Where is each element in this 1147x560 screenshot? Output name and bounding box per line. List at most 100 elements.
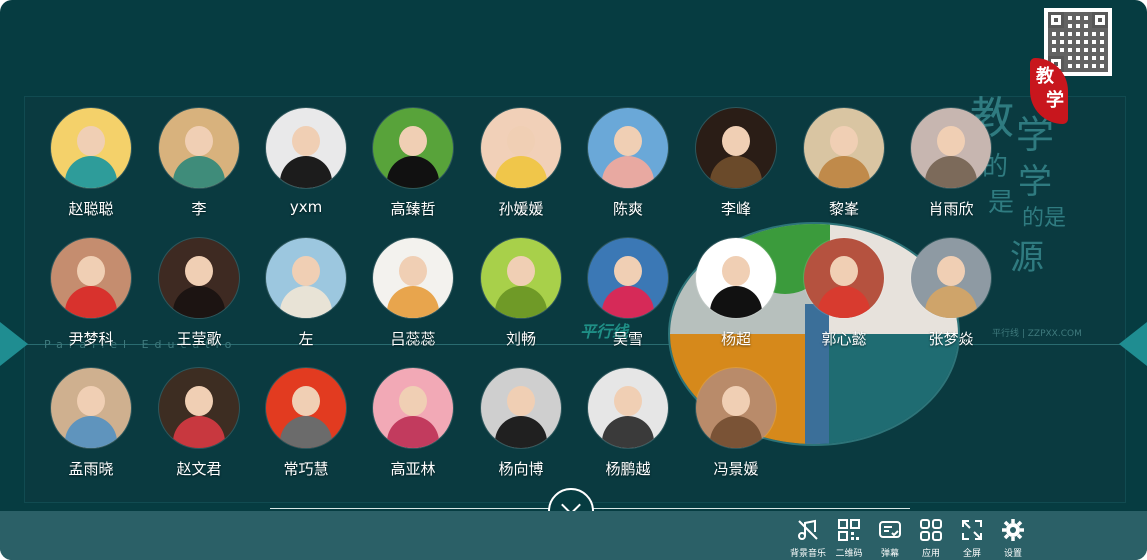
student-name: 杨向博	[498, 460, 544, 478]
avatar-face	[614, 256, 642, 286]
student-tile[interactable]: 吕蕊蕊	[363, 238, 463, 362]
avatar-face	[399, 126, 427, 156]
background-site-text: 平行线 | ZZPXX.COM	[992, 329, 1082, 339]
avatar-face	[722, 256, 750, 286]
student-avatar	[481, 108, 561, 188]
student-tile[interactable]: 高臻哲	[363, 108, 463, 232]
student-name: 常巧慧	[283, 460, 329, 478]
student-name: 赵文君	[176, 460, 222, 478]
student-name: 陈爽	[612, 200, 643, 218]
settings-button[interactable]: 设置	[991, 518, 1035, 560]
student-avatar	[696, 108, 776, 188]
gear-icon	[1002, 519, 1024, 541]
student-avatar	[804, 238, 884, 318]
student-tile[interactable]: 冯景媛	[686, 368, 786, 492]
callig-char: 源	[1010, 238, 1044, 278]
student-tile[interactable]: 孟雨晓	[41, 368, 141, 492]
avatar-figure	[280, 416, 332, 448]
student-tile[interactable]: 左	[256, 238, 356, 362]
student-tile[interactable]: 常巧慧	[256, 368, 356, 492]
student-tile[interactable]: 孙媛媛	[471, 108, 571, 232]
student-tile[interactable]: 陈爽	[578, 108, 678, 232]
student-name: 赵聪聪	[68, 200, 114, 218]
avatar-figure	[602, 416, 654, 448]
student-tile[interactable]: 赵聪聪	[41, 108, 141, 232]
student-avatar	[588, 108, 668, 188]
student-name: 吕蕊蕊	[390, 330, 436, 348]
avatar-face	[937, 256, 965, 286]
student-tile[interactable]: 李峰	[686, 108, 786, 232]
avatar-face	[185, 256, 213, 286]
student-tile[interactable]: 肖雨欣	[901, 108, 1001, 232]
student-name: 李峰	[720, 200, 751, 218]
settings-button-label: 设置	[1003, 549, 1022, 559]
student-avatar	[51, 368, 131, 448]
avatar-figure	[710, 286, 762, 318]
avatar-face	[937, 126, 965, 156]
student-tile[interactable]: 杨向博	[471, 368, 571, 492]
student-avatar	[266, 238, 346, 318]
avatar-face	[722, 126, 750, 156]
avatar-figure	[602, 156, 654, 188]
avatar-face	[77, 256, 105, 286]
student-avatar	[911, 108, 991, 188]
prev-page-arrow[interactable]	[0, 322, 28, 366]
student-tile[interactable]: 刘畅	[471, 238, 571, 362]
avatar-figure	[925, 156, 977, 188]
avatar-face	[399, 386, 427, 416]
student-avatar	[911, 238, 991, 318]
student-tile[interactable]: 赵文君	[149, 368, 249, 492]
student-tile[interactable]: 杨超	[686, 238, 786, 362]
avatar-face	[185, 386, 213, 416]
avatar-figure	[818, 286, 870, 318]
student-avatar	[373, 108, 453, 188]
student-tile[interactable]: 黎峯	[794, 108, 894, 232]
student-name: 吴雪	[612, 330, 643, 348]
student-name: 张梦焱	[928, 330, 974, 348]
next-page-arrow[interactable]	[1119, 322, 1147, 366]
avatar-figure	[173, 416, 225, 448]
student-tile[interactable]: 张梦焱	[901, 238, 1001, 362]
avatar-figure	[65, 156, 117, 188]
student-name: 高亚林	[390, 460, 436, 478]
avatar-figure	[602, 286, 654, 318]
avatar-face	[614, 386, 642, 416]
student-name: 黎峯	[828, 200, 859, 218]
avatar-figure	[818, 156, 870, 188]
student-tile[interactable]: 李	[149, 108, 249, 232]
student-tile[interactable]: 杨鹏越	[578, 368, 678, 492]
qr-code-icon	[838, 519, 860, 541]
student-tile[interactable]: 郭心懿	[794, 238, 894, 362]
avatar-figure	[280, 156, 332, 188]
student-avatar	[266, 368, 346, 448]
avatar-figure	[387, 286, 439, 318]
student-name: 孙媛媛	[498, 200, 544, 218]
student-tile[interactable]: yxm	[256, 108, 356, 232]
student-avatar	[373, 238, 453, 318]
avatar-figure	[280, 286, 332, 318]
student-name: 高臻哲	[390, 200, 436, 218]
student-tile[interactable]: 高亚林	[363, 368, 463, 492]
student-avatar	[159, 108, 239, 188]
student-name: 杨鹏越	[605, 460, 651, 478]
student-avatar	[481, 238, 561, 318]
student-name: 孟雨晓	[68, 460, 114, 478]
avatar-face	[614, 126, 642, 156]
music-off-icon	[798, 519, 818, 540]
student-avatar	[266, 108, 346, 188]
app-window: Parallel Educatio 平行线 教 学 的 学 是 的是 源 平行线…	[0, 0, 1147, 560]
avatar-face	[399, 256, 427, 286]
avatar-figure	[387, 416, 439, 448]
student-avatar	[51, 108, 131, 188]
avatar-figure	[65, 286, 117, 318]
student-tile[interactable]: 吴雪	[578, 238, 678, 362]
avatar-figure	[387, 156, 439, 188]
avatar-figure	[710, 156, 762, 188]
student-tile[interactable]: 王莹歌	[149, 238, 249, 362]
student-avatar	[159, 238, 239, 318]
avatar-figure	[173, 286, 225, 318]
avatar-face	[830, 256, 858, 286]
student-name: 冯景媛	[713, 460, 759, 478]
student-tile[interactable]: 尹梦科	[41, 238, 141, 362]
student-avatar	[588, 238, 668, 318]
